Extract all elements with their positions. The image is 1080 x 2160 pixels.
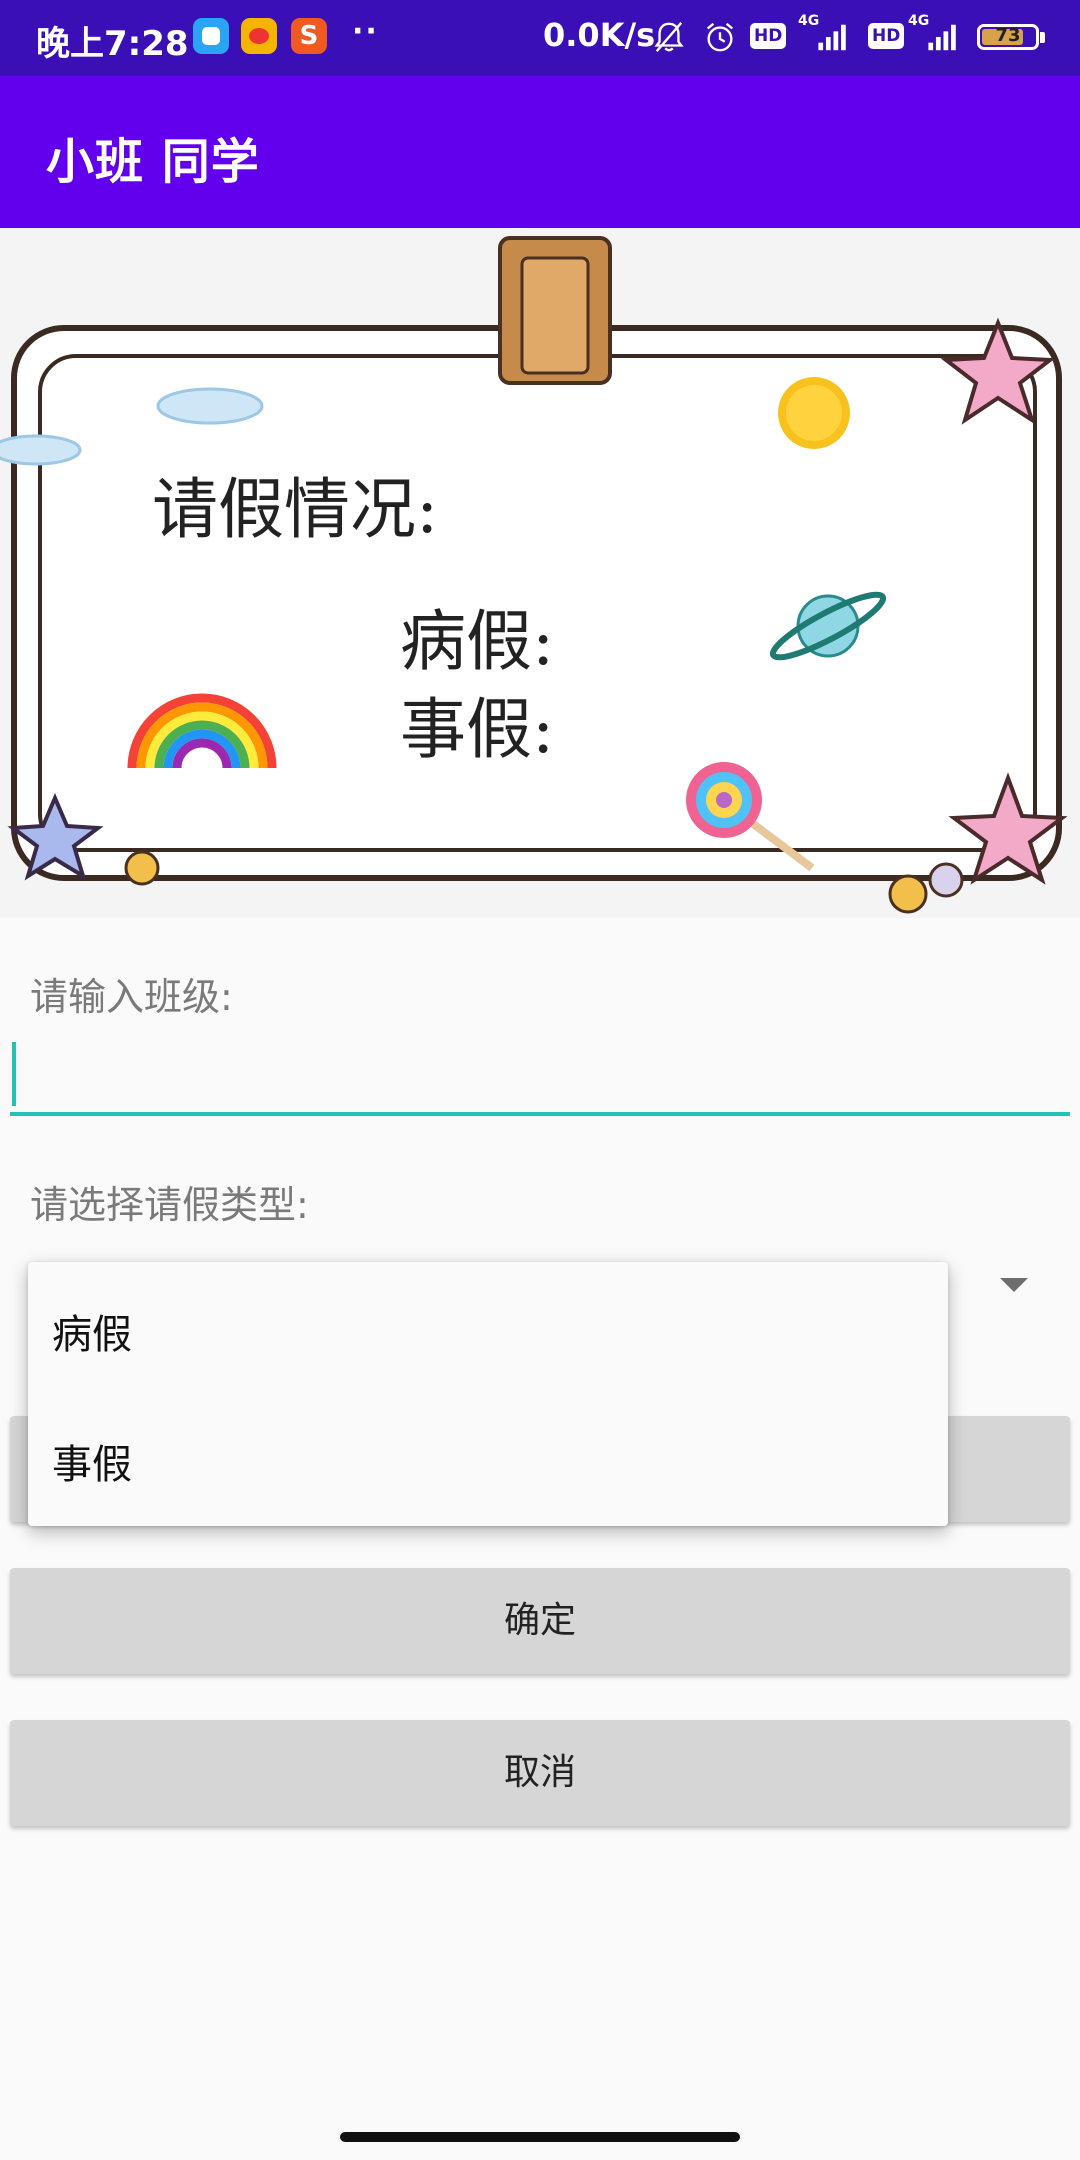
app-bar: 小班 同学 [0,76,1080,228]
banner-personal-line: 事假: [400,691,555,768]
cloud-icon-left [0,434,82,466]
hd-badge-2: HD [868,23,905,49]
status-bar: 晚上7:28 S ·· 0.0K/s HD 4G HD 4G 73 [0,0,1080,76]
banner-sick-line: 病假: [400,603,555,680]
sun-icon [778,377,850,449]
signal-icon-2 [928,24,956,51]
home-indicator[interactable] [340,2132,740,2142]
alarm-icon [706,22,734,52]
dot-icon [888,874,928,914]
leave-banner-image: 请假情况: 病假: 事假: [0,228,1080,918]
page-title: 小班 同学 [46,134,260,190]
dot-icon [928,862,964,898]
dot-icon [124,850,160,886]
battery-icon: 73 [977,24,1045,50]
hd-badge-1: HD [750,23,787,49]
text-cursor [12,1042,16,1106]
confirm-button[interactable]: 确定 [10,1568,1070,1674]
status-time: 晚上7:28 [36,24,189,64]
sogou-icon: S [291,18,327,54]
chat-app-icon [193,18,229,54]
mute-bell-icon [654,22,684,52]
chevron-down-icon[interactable] [1000,1278,1028,1292]
wooden-clip-icon [498,236,612,385]
dropdown-option-sick[interactable]: 病假 [52,1302,132,1360]
network-speed: 0.0K/s [543,16,656,54]
cloud-icon [156,387,264,425]
banner-illustration [0,236,1068,914]
weibo-icon [241,18,277,54]
banner-heading: 请假情况: [152,471,439,548]
leave-type-label: 请选择请假类型: [30,1183,309,1227]
cancel-button[interactable]: 取消 [10,1720,1070,1826]
battery-level: 73 [995,25,1021,46]
signal-icon-1 [818,24,846,51]
dropdown-option-personal[interactable]: 事假 [52,1432,132,1490]
more-notifications-icon: ·· [352,14,379,49]
class-input[interactable] [10,1034,1070,1116]
class-label: 请输入班级: [30,975,233,1019]
leave-type-dropdown: 病假 事假 [28,1262,948,1526]
